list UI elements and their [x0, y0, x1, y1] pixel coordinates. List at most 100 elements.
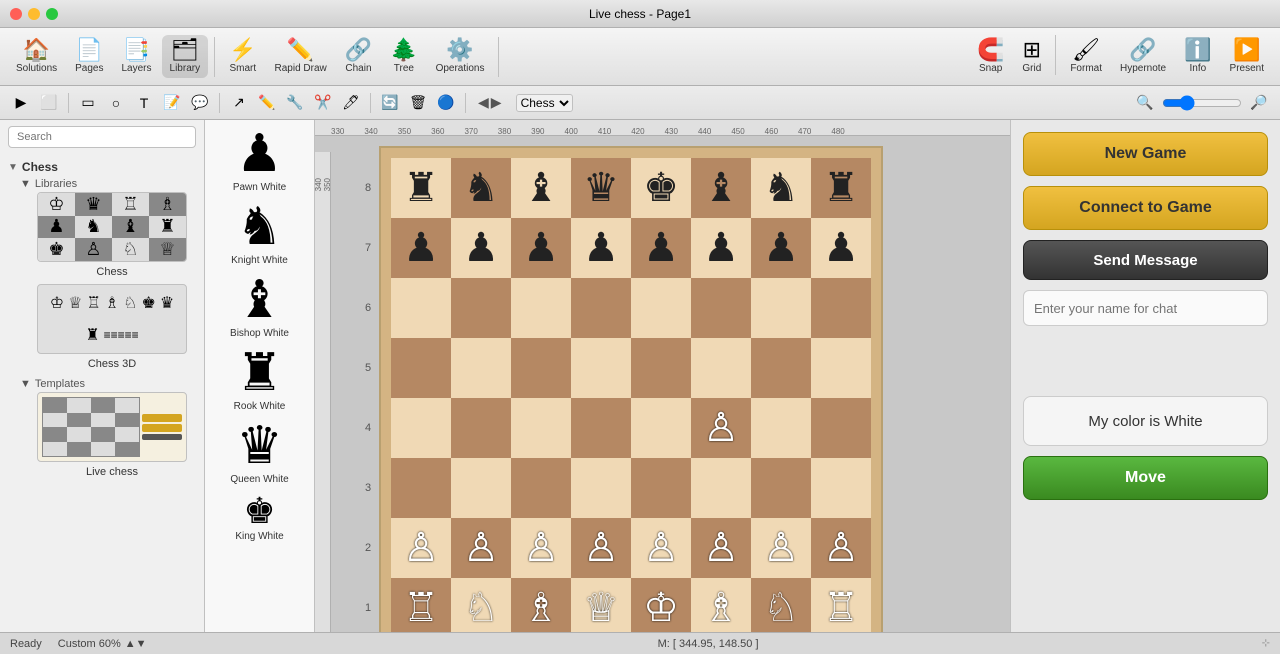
rotate-tool[interactable]: 🔄 — [377, 90, 403, 116]
square-h6[interactable] — [811, 278, 871, 338]
rook-white-item[interactable]: ♜ Rook White — [234, 347, 286, 412]
square-g8[interactable]: ♞ — [751, 158, 811, 218]
minimize-button[interactable] — [28, 8, 40, 20]
square-a1[interactable]: ♖ — [391, 578, 451, 638]
pawn-white-item[interactable]: ♟ Pawn White — [233, 128, 286, 193]
tree-button[interactable]: 🌲 Tree — [382, 35, 425, 78]
square-g1[interactable]: ♘ — [751, 578, 811, 638]
square-d7[interactable]: ♟ — [571, 218, 631, 278]
square-h7[interactable]: ♟ — [811, 218, 871, 278]
square-d2[interactable]: ♙ — [571, 518, 631, 578]
square-c7[interactable]: ♟ — [511, 218, 571, 278]
square-d3[interactable] — [571, 458, 631, 518]
format-button[interactable]: 🖌 Format — [1062, 35, 1110, 78]
square-b1[interactable]: ♘ — [451, 578, 511, 638]
smart-button[interactable]: ⚡ Smart — [221, 35, 264, 78]
solutions-button[interactable]: 🏠 Solutions — [8, 35, 65, 78]
layers-button[interactable]: 📑 Layers — [114, 35, 160, 78]
square-c2[interactable]: ♙ — [511, 518, 571, 578]
square-h3[interactable] — [811, 458, 871, 518]
rectangle-tool[interactable]: ▭ — [75, 90, 101, 116]
square-h8[interactable]: ♜ — [811, 158, 871, 218]
square-g3[interactable] — [751, 458, 811, 518]
library-button[interactable]: 🗂 Library — [162, 35, 209, 78]
square-e1[interactable]: ♔ — [631, 578, 691, 638]
square-a5[interactable] — [391, 338, 451, 398]
move-button[interactable]: Move — [1023, 456, 1268, 500]
square-e6[interactable] — [631, 278, 691, 338]
square-a6[interactable] — [391, 278, 451, 338]
zoom-out-button[interactable]: 🔍 — [1132, 90, 1158, 116]
square-h5[interactable] — [811, 338, 871, 398]
comment-tool[interactable]: 💬 — [187, 90, 213, 116]
king-white-item[interactable]: ♚ King White — [235, 493, 283, 542]
pen-tool[interactable]: 🖊 — [338, 90, 364, 116]
square-g6[interactable] — [751, 278, 811, 338]
square-h1[interactable]: ♖ — [811, 578, 871, 638]
new-game-button[interactable]: New Game — [1023, 132, 1268, 176]
square-e4[interactable] — [631, 398, 691, 458]
square-c4[interactable] — [511, 398, 571, 458]
square-d4[interactable] — [571, 398, 631, 458]
scissors-tool[interactable]: ✂️ — [310, 90, 336, 116]
square-a3[interactable] — [391, 458, 451, 518]
square-e8[interactable]: ♚ — [631, 158, 691, 218]
square-f4[interactable]: ♙ — [691, 398, 751, 458]
livechess-template-item[interactable]: Live chess — [8, 392, 196, 478]
forward-arrow[interactable]: ▶ — [491, 94, 502, 111]
square-b7[interactable]: ♟ — [451, 218, 511, 278]
send-message-button[interactable]: Send Message — [1023, 240, 1268, 280]
richtext-tool[interactable]: 📝 — [159, 90, 185, 116]
square-f7[interactable]: ♟ — [691, 218, 751, 278]
square-a4[interactable] — [391, 398, 451, 458]
text-tool[interactable]: T — [131, 90, 157, 116]
chess-section-header[interactable]: ▼ Chess — [8, 158, 196, 176]
line-tool[interactable]: ↗ — [226, 90, 252, 116]
chat-input[interactable] — [1023, 290, 1268, 326]
pointer-tool[interactable]: ▶ — [8, 90, 34, 116]
chess-board[interactable]: ♜ ♞ ♝ ♛ ♚ ♝ ♞ ♜ ♟ ♟ — [391, 158, 871, 638]
square-e3[interactable] — [631, 458, 691, 518]
operations-button[interactable]: ⚙️ Operations — [428, 35, 493, 78]
close-button[interactable] — [10, 8, 22, 20]
maximize-button[interactable] — [46, 8, 58, 20]
square-f2[interactable]: ♙ — [691, 518, 751, 578]
bishop-white-item[interactable]: ♝ Bishop White — [230, 274, 289, 339]
square-b2[interactable]: ♙ — [451, 518, 511, 578]
pencil-tool[interactable]: ✏️ — [254, 90, 280, 116]
square-b3[interactable] — [451, 458, 511, 518]
square-f5[interactable] — [691, 338, 751, 398]
square-h4[interactable] — [811, 398, 871, 458]
chess3d-library-item[interactable]: ♔♕♖♗ ♘♚♛♜ ≡≡≡≡≡ Chess 3D — [8, 284, 196, 370]
square-g5[interactable] — [751, 338, 811, 398]
chess-library-item[interactable]: ♔ ♛ ♖ ♗ ♟ ♞ ♝ ♜ ♚ ♙ ♘ ♕ Chess — [8, 192, 196, 278]
chain-button[interactable]: 🔗 Chain — [337, 35, 380, 78]
square-d1[interactable]: ♕ — [571, 578, 631, 638]
square-c6[interactable] — [511, 278, 571, 338]
rapid-draw-button[interactable]: ✏️ Rapid Draw — [267, 35, 335, 78]
present-button[interactable]: ▶️ Present — [1222, 35, 1272, 78]
square-d8[interactable]: ♛ — [571, 158, 631, 218]
libraries-subsection[interactable]: ▼ Libraries — [8, 176, 196, 192]
square-c3[interactable] — [511, 458, 571, 518]
square-c1[interactable]: ♗ — [511, 578, 571, 638]
square-e2[interactable]: ♙ — [631, 518, 691, 578]
search-input[interactable] — [8, 126, 196, 148]
square-g4[interactable] — [751, 398, 811, 458]
delete-tool[interactable]: 🗑 — [405, 90, 431, 116]
zoom-in-button[interactable]: 🔎 — [1246, 90, 1272, 116]
hypernote-button[interactable]: 🔗 Hypernote — [1112, 35, 1174, 78]
square-a8[interactable]: ♜ — [391, 158, 451, 218]
grid-button[interactable]: ⊞ Grid — [1014, 35, 1049, 78]
select-tool[interactable]: ⬜ — [36, 90, 62, 116]
square-e7[interactable]: ♟ — [631, 218, 691, 278]
square-b8[interactable]: ♞ — [451, 158, 511, 218]
square-f3[interactable] — [691, 458, 751, 518]
fill-tool[interactable]: 🔵 — [433, 90, 459, 116]
snap-button[interactable]: 🧲 Snap — [969, 35, 1012, 78]
ellipse-tool[interactable]: ○ — [103, 90, 129, 116]
zoom-slider[interactable] — [1162, 95, 1242, 111]
breadcrumb-select[interactable]: Chess — [516, 94, 573, 112]
square-f6[interactable] — [691, 278, 751, 338]
square-a7[interactable]: ♟ — [391, 218, 451, 278]
